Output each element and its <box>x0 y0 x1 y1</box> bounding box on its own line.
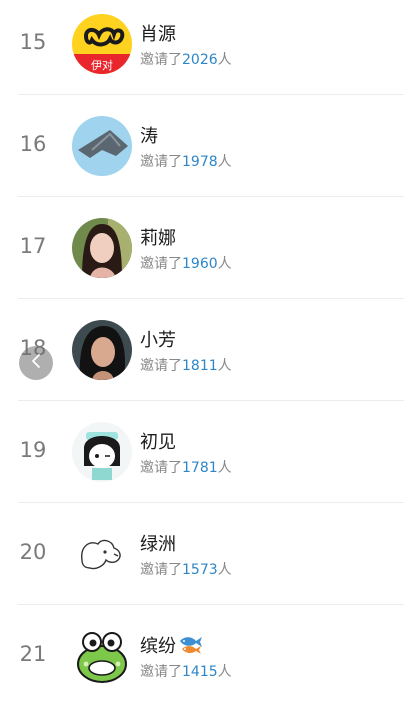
avatar[interactable] <box>72 524 132 584</box>
rank-number: 17 <box>19 234 47 258</box>
invite-count: 1781 <box>182 460 218 476</box>
ranking-row[interactable]: 15 伊对 肖源 邀请了2026人 <box>0 0 404 95</box>
ranking-row[interactable]: 21 缤纷 邀请了1415人 <box>0 605 404 707</box>
chevron-left-icon <box>29 353 43 373</box>
back-button[interactable] <box>19 346 53 380</box>
user-name: 肖源 <box>140 24 176 45</box>
rank-number: 15 <box>19 30 47 54</box>
invite-count: 1960 <box>182 256 218 272</box>
invite-count: 1415 <box>182 664 218 680</box>
rank-number: 21 <box>19 642 47 666</box>
user-name: 绿洲 <box>140 534 176 555</box>
user-name: 涛 <box>140 126 158 147</box>
ranking-row[interactable]: 18 小芳 邀请了1811人 <box>0 299 404 401</box>
ranking-row[interactable]: 19 初见 邀请了1781人 <box>0 401 404 503</box>
invite-count: 1978 <box>182 154 218 170</box>
ranking-row[interactable]: 16 涛 邀请了1978人 <box>0 95 404 197</box>
avatar[interactable] <box>72 422 132 482</box>
invite-text: 邀请了1781人 <box>140 460 232 476</box>
invite-count: 1573 <box>182 562 218 578</box>
avatar[interactable]: 伊对 <box>72 14 132 74</box>
invite-count: 1811 <box>182 358 218 374</box>
svg-text:伊对: 伊对 <box>91 58 113 72</box>
user-name: 小芳 <box>140 330 176 351</box>
avatar[interactable] <box>72 320 132 380</box>
fish-icon <box>178 635 204 660</box>
avatar[interactable] <box>72 116 132 176</box>
rank-number: 19 <box>19 438 47 462</box>
invite-text: 邀请了1978人 <box>140 154 232 170</box>
invite-text: 邀请了1415人 <box>140 664 232 680</box>
user-name: 莉娜 <box>140 228 176 249</box>
invite-count: 2026 <box>182 52 218 68</box>
ranking-row[interactable]: 20 绿洲 邀请了1573人 <box>0 503 404 605</box>
avatar[interactable] <box>72 218 132 278</box>
invite-text: 邀请了1811人 <box>140 358 232 374</box>
ranking-list: 15 伊对 肖源 邀请了2026人 16 涛 邀请了1978人 17 莉娜 邀请… <box>0 0 404 707</box>
rank-number: 20 <box>19 540 47 564</box>
rank-number: 16 <box>19 132 47 156</box>
invite-text: 邀请了1573人 <box>140 562 232 578</box>
user-name: 缤纷 <box>140 632 204 660</box>
invite-text: 邀请了1960人 <box>140 256 232 272</box>
user-name: 初见 <box>140 432 176 453</box>
ranking-row[interactable]: 17 莉娜 邀请了1960人 <box>0 197 404 299</box>
avatar[interactable] <box>72 626 132 686</box>
invite-text: 邀请了2026人 <box>140 52 232 68</box>
